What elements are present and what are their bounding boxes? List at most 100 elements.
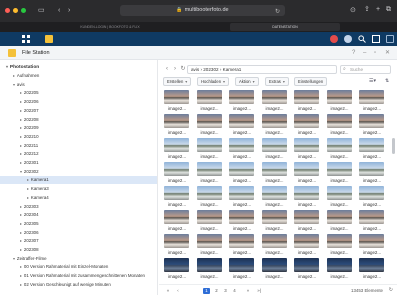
page-3[interactable]: 3 xyxy=(222,288,229,294)
image-thumbnail[interactable]: image2... xyxy=(261,138,289,162)
image-thumbnail[interactable]: image2... xyxy=(261,186,289,210)
image-thumbnail[interactable]: image2... xyxy=(326,186,354,210)
path-field[interactable]: avis › 202302 › Kamera1 xyxy=(187,65,337,74)
tree-item[interactable]: ▾ 202302 xyxy=(20,168,39,176)
back-arrow-icon[interactable]: ‹ xyxy=(58,7,60,14)
image-thumbnail[interactable]: image2... xyxy=(163,90,191,114)
sidebar-toggle-icon[interactable]: ▭ xyxy=(38,7,45,14)
tree-item[interactable]: ▸ 202212 xyxy=(20,150,39,158)
search-input[interactable]: ⌕ Suche xyxy=(340,65,391,74)
image-thumbnail[interactable]: image2... xyxy=(326,90,354,114)
chevron-right-icon[interactable]: ▸ xyxy=(20,231,22,235)
image-thumbnail[interactable]: image2... xyxy=(358,138,386,162)
tree-item[interactable]: ▸ 202206 xyxy=(20,98,39,106)
chevron-right-icon[interactable]: ▸ xyxy=(20,126,22,130)
tree-item[interactable]: ▸ Kamera4 xyxy=(27,194,49,202)
options-icon[interactable] xyxy=(386,35,394,43)
tree-item[interactable]: ▸ 202210 xyxy=(20,133,39,141)
tree-item[interactable]: ▸ 202209 xyxy=(20,124,39,132)
image-thumbnail[interactable]: image2... xyxy=(163,114,191,138)
forward-icon[interactable]: › xyxy=(171,65,179,74)
tree-item[interactable]: ▸ 202308 xyxy=(20,246,39,254)
settings-button[interactable]: Einstellungen xyxy=(294,77,328,86)
chevron-right-icon[interactable]: ▸ xyxy=(20,283,22,287)
chevron-right-icon[interactable]: ▸ xyxy=(20,135,22,139)
image-thumbnail[interactable]: image2... xyxy=(293,90,321,114)
prev-page-icon[interactable]: ‹ xyxy=(175,288,181,294)
image-thumbnail[interactable]: image2... xyxy=(358,90,386,114)
image-thumbnail[interactable]: image2... xyxy=(293,138,321,162)
tree-item[interactable]: ▸ 202303 xyxy=(20,203,39,211)
image-thumbnail[interactable]: image2... xyxy=(163,186,191,210)
image-thumbnail[interactable]: image2... xyxy=(326,114,354,138)
view-list-icon[interactable]: ☰▾ xyxy=(369,77,376,86)
image-thumbnail[interactable]: image2... xyxy=(293,186,321,210)
tree-item[interactable]: ▸ 202301 xyxy=(20,159,39,167)
minimize-button[interactable]: – xyxy=(363,49,366,57)
chevron-down-icon[interactable]: ▾ xyxy=(13,83,15,87)
minimize-window-button[interactable] xyxy=(13,8,18,13)
share-icon[interactable]: ⇪ xyxy=(364,6,370,13)
tree-item[interactable]: ▸ 202306 xyxy=(20,229,39,237)
chevron-right-icon[interactable]: ▸ xyxy=(20,248,22,252)
image-thumbnail[interactable]: image2... xyxy=(293,234,321,258)
chevron-right-icon[interactable]: ▸ xyxy=(20,239,22,243)
image-thumbnail[interactable]: image2... xyxy=(358,186,386,210)
tree-item[interactable]: ▸ Kamera1 xyxy=(0,176,157,185)
image-thumbnail[interactable]: image2... xyxy=(293,258,321,282)
chevron-down-icon[interactable]: ▾ xyxy=(13,257,15,261)
sort-icon[interactable]: ⇅ xyxy=(385,77,389,86)
chevron-right-icon[interactable]: ▸ xyxy=(20,222,22,226)
image-thumbnail[interactable]: image2... xyxy=(228,162,256,186)
image-thumbnail[interactable]: image2... xyxy=(163,210,191,234)
image-thumbnail[interactable]: image2... xyxy=(358,114,386,138)
image-thumbnail[interactable]: image2... xyxy=(196,234,224,258)
image-thumbnail[interactable]: image2... xyxy=(196,162,224,186)
chevron-right-icon[interactable]: ▸ xyxy=(20,274,22,278)
chevron-right-icon[interactable]: ▸ xyxy=(27,187,29,191)
image-thumbnail[interactable]: image2... xyxy=(358,210,386,234)
image-thumbnail[interactable]: image2... xyxy=(228,258,256,282)
chevron-right-icon[interactable]: ▸ xyxy=(20,109,22,113)
tree-item[interactable]: ▸ 02 Version Geschleunigt auf wenige Minu… xyxy=(20,281,111,289)
tree-item[interactable]: ▸ 202207 xyxy=(20,107,39,115)
image-thumbnail[interactable]: image2... xyxy=(196,258,224,282)
tree-item[interactable]: ▾ avis xyxy=(13,81,25,89)
tree-item[interactable]: ▸ 202208 xyxy=(20,116,39,124)
tree-item[interactable]: ▸ Kamera3 xyxy=(27,185,49,193)
upload-button[interactable]: Hochladen ▾ xyxy=(197,77,230,86)
image-thumbnail[interactable]: image2... xyxy=(228,234,256,258)
image-thumbnail[interactable]: image2... xyxy=(326,258,354,282)
first-page-icon[interactable]: « xyxy=(165,288,171,294)
image-thumbnail[interactable]: image2... xyxy=(326,162,354,186)
last-page-icon[interactable]: »| xyxy=(255,288,263,294)
tree-item[interactable]: ▾ Zeitraffer-Filme xyxy=(13,255,47,263)
new-tab-icon[interactable]: + xyxy=(376,6,380,13)
zoom-window-button[interactable] xyxy=(21,8,26,13)
chevron-right-icon[interactable]: ▸ xyxy=(27,178,29,182)
image-thumbnail[interactable]: image2... xyxy=(228,114,256,138)
chevron-right-icon[interactable]: ▸ xyxy=(20,265,22,269)
close-button[interactable]: ✕ xyxy=(385,49,390,57)
file-station-taskbar-icon[interactable] xyxy=(45,35,53,43)
chevron-down-icon[interactable]: ▾ xyxy=(20,170,22,174)
tab-datenstation[interactable]: DATENSTATION xyxy=(230,23,340,31)
image-thumbnail[interactable]: image2... xyxy=(163,162,191,186)
chevron-right-icon[interactable]: ▸ xyxy=(20,205,22,209)
address-bar[interactable]: 🔒 multibooterfoto.de xyxy=(120,5,285,16)
tab-kunden-login[interactable]: KUNDEN-LOGIN | BOOKFOTO & FLIX xyxy=(55,23,165,31)
tree-item[interactable]: ▸ 202205 xyxy=(20,89,39,97)
close-window-button[interactable] xyxy=(5,8,10,13)
refresh-icon[interactable]: ↻ xyxy=(389,287,393,293)
image-thumbnail[interactable]: image2... xyxy=(163,234,191,258)
image-thumbnail[interactable]: image2... xyxy=(196,114,224,138)
image-thumbnail[interactable]: image2... xyxy=(196,138,224,162)
image-thumbnail[interactable]: image2... xyxy=(293,114,321,138)
chevron-right-icon[interactable]: ▸ xyxy=(13,74,15,78)
image-thumbnail[interactable]: image2... xyxy=(196,210,224,234)
image-thumbnail[interactable]: image2... xyxy=(196,186,224,210)
image-thumbnail[interactable]: image2... xyxy=(358,234,386,258)
back-icon[interactable]: ‹ xyxy=(163,65,171,74)
page-2[interactable]: 2 xyxy=(213,288,220,294)
main-menu-icon[interactable] xyxy=(22,35,30,43)
